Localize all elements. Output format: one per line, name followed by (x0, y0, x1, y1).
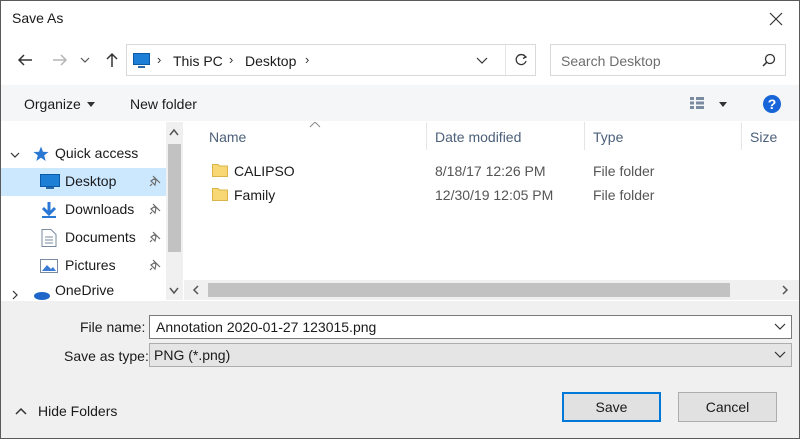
save-type-label: Save as type: (64, 348, 149, 364)
chevron-down-icon (80, 57, 90, 63)
breadcrumb-separator-icon: › (157, 52, 162, 67)
back-button[interactable] (12, 47, 38, 73)
forward-button[interactable] (47, 47, 73, 73)
file-name-field[interactable]: Annotation 2020-01-27 123015.png (149, 315, 792, 339)
navigation-scrollbar[interactable] (166, 122, 183, 300)
scroll-up-icon[interactable] (169, 128, 179, 136)
cancel-button[interactable]: Cancel (678, 392, 777, 422)
sidebar-item-documents[interactable]: Documents (1, 224, 166, 252)
organize-button[interactable]: Organize (24, 96, 81, 112)
file-name-label: File name: (80, 319, 146, 335)
folder-icon (212, 188, 228, 201)
command-toolbar: Organize New folder ? (1, 85, 799, 121)
chevron-down-icon[interactable] (774, 321, 786, 333)
horizontal-scrollbar[interactable] (184, 280, 799, 300)
back-arrow-icon (17, 54, 32, 66)
pictures-icon (40, 259, 58, 273)
refresh-button[interactable] (505, 45, 536, 75)
address-dropdown-button[interactable] (472, 50, 492, 70)
new-folder-button[interactable]: New folder (130, 96, 197, 112)
column-header-size[interactable]: Size (750, 129, 777, 145)
sidebar-item-label: Downloads (65, 201, 135, 217)
chevron-right-icon[interactable] (10, 290, 20, 300)
view-options-icon[interactable] (690, 97, 710, 109)
scrollbar-thumb[interactable] (168, 144, 181, 252)
save-as-dialog: Save As › This PC › Desktop › Search Des… (0, 0, 800, 439)
column-header-type[interactable]: Type (593, 129, 623, 145)
save-type-value: PNG (*.png) (154, 347, 231, 363)
column-divider[interactable] (741, 122, 742, 150)
column-header-date[interactable]: Date modified (435, 129, 521, 145)
search-input[interactable]: Search Desktop (550, 44, 786, 76)
breadcrumb-desktop[interactable]: Desktop (245, 53, 296, 69)
scroll-left-icon[interactable] (192, 285, 200, 295)
organize-caret-icon (87, 102, 95, 107)
desktop-icon (40, 174, 60, 189)
sidebar-item-quick-access[interactable]: Quick access (1, 140, 166, 168)
pin-icon[interactable] (149, 175, 161, 187)
file-name-value: Annotation 2020-01-27 123015.png (156, 319, 377, 335)
sidebar-item-label: Quick access (55, 145, 139, 161)
scroll-right-icon[interactable] (781, 285, 789, 295)
scroll-down-icon[interactable] (169, 287, 179, 295)
breadcrumb-separator-icon: › (305, 52, 310, 67)
pin-icon[interactable] (149, 231, 161, 243)
sidebar-item-desktop[interactable]: Desktop (1, 168, 166, 196)
refresh-icon (515, 53, 528, 66)
address-bar[interactable]: › This PC › Desktop › (126, 44, 536, 76)
chevron-down-icon (476, 57, 488, 64)
save-form: File name: Annotation 2020-01-27 123015.… (1, 301, 799, 438)
save-type-select[interactable]: PNG (*.png) (149, 343, 792, 367)
pin-icon[interactable] (149, 259, 161, 271)
search-placeholder: Search Desktop (561, 53, 661, 69)
file-type: File folder (593, 163, 655, 179)
file-name: Family (234, 187, 276, 203)
downloads-icon (41, 202, 57, 218)
window-title: Save As (12, 10, 64, 26)
view-caret-icon[interactable] (719, 102, 727, 107)
title-bar[interactable]: Save As (1, 1, 799, 37)
star-icon (33, 146, 49, 161)
navigation-pane: Quick access Desktop Downloads Documents… (1, 122, 166, 300)
file-date: 8/18/17 12:26 PM (435, 163, 546, 179)
column-header-name[interactable]: Name (209, 129, 246, 145)
sidebar-item-label: Pictures (65, 257, 116, 273)
file-row[interactable]: CALIPSO 8/18/17 12:26 PM File folder (212, 159, 772, 183)
chevron-up-icon (15, 407, 27, 415)
forward-arrow-icon (53, 54, 68, 66)
scrollbar-thumb[interactable] (208, 283, 730, 297)
sidebar-item-onedrive[interactable]: OneDrive (1, 282, 166, 300)
column-divider[interactable] (584, 122, 585, 150)
hide-folders-label: Hide Folders (38, 403, 118, 419)
chevron-down-icon[interactable] (10, 150, 20, 160)
documents-icon (41, 229, 57, 247)
breadcrumb-separator-icon: › (229, 52, 234, 67)
file-name: CALIPSO (234, 163, 295, 179)
chevron-down-icon (774, 351, 786, 358)
sidebar-item-downloads[interactable]: Downloads (1, 196, 166, 224)
file-date: 12/30/19 12:05 PM (435, 187, 554, 203)
up-arrow-icon (106, 52, 118, 67)
pin-icon[interactable] (149, 203, 161, 215)
sidebar-item-pictures[interactable]: Pictures (1, 252, 166, 280)
file-list: Name Date modified Type Size CALIPSO 8/1… (184, 122, 799, 280)
close-icon (769, 12, 783, 26)
file-type: File folder (593, 187, 655, 203)
up-button[interactable] (99, 47, 125, 73)
sidebar-item-label: OneDrive (55, 282, 115, 298)
recent-locations-button[interactable] (77, 47, 93, 73)
this-pc-icon (133, 53, 150, 68)
save-button[interactable]: Save (562, 392, 661, 422)
sort-ascending-icon (309, 122, 321, 128)
breadcrumb-this-pc[interactable]: This PC (173, 53, 223, 69)
search-icon (762, 53, 776, 67)
help-icon[interactable]: ? (763, 95, 781, 113)
close-button[interactable] (753, 1, 799, 37)
column-divider[interactable] (426, 122, 427, 150)
onedrive-icon (34, 292, 50, 300)
file-row[interactable]: Family 12/30/19 12:05 PM File folder (212, 183, 772, 207)
sidebar-item-label: Documents (65, 229, 136, 245)
folder-icon (212, 164, 228, 177)
sidebar-item-label: Desktop (65, 173, 117, 189)
